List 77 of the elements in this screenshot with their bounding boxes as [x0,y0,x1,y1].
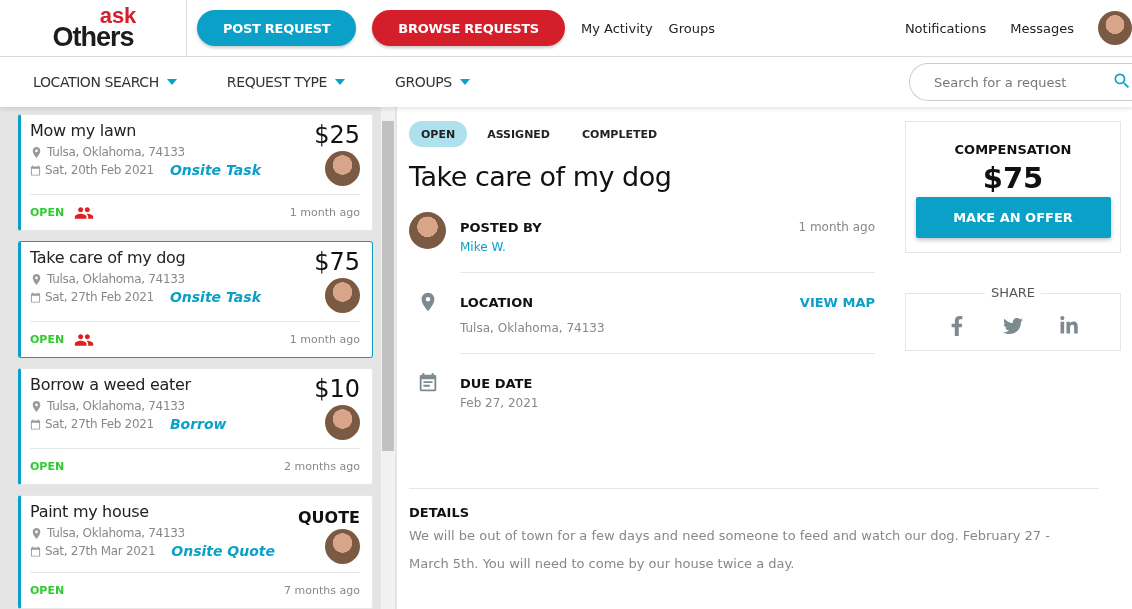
request-card[interactable]: Paint my house Tulsa, Oklahoma, 74133 Sat, 27th Mar 2021 Onsite Quote QUOTE OPEN 7 months ago [18,495,373,609]
request-date: Sat, 20th Feb 2021 [45,163,154,177]
status-label: OPEN [30,333,65,346]
request-location: Tulsa, Oklahoma, 74133 [47,526,185,540]
avatar [325,278,360,313]
logo-text: Others [52,25,134,49]
pin-icon [30,399,43,413]
user-avatar[interactable] [1098,11,1132,45]
logo[interactable]: ask Others [0,0,187,57]
request-location: Tulsa, Oklahoma, 74133 [47,399,185,413]
linkedin-icon[interactable] [1059,316,1079,336]
request-date: Sat, 27th Feb 2021 [45,417,154,431]
twitter-icon[interactable] [1003,316,1023,336]
avatar [325,151,360,186]
nav-link[interactable]: Groups [668,20,715,36]
request-age: 7 months ago [284,584,360,597]
avatar [325,529,360,564]
compensation-label: COMPENSATION [954,142,1072,157]
request-date: Sat, 27th Feb 2021 [45,290,154,304]
request-price: $10 [314,375,360,403]
status-label: OPEN [30,584,65,597]
request-price: $25 [314,121,360,149]
request-type: Borrow [169,416,227,432]
request-age: 2 months ago [284,460,360,473]
search-icon[interactable] [1112,71,1132,91]
request-type: Onsite Quote [171,543,276,559]
request-age: 1 month ago [289,333,360,346]
request-card[interactable]: Take care of my dog Tulsa, Oklahoma, 74133 Sat, 27th Feb 2021 Onsite Task $75 OPEN 1 month ago [18,241,373,358]
request-price: QUOTE [297,508,360,527]
request-heading: Take care of my dog [409,161,673,192]
posted-by-label: POSTED BY [460,220,542,235]
status-tab[interactable]: OPEN [409,121,468,147]
pin-icon [30,272,43,286]
avatar [325,405,360,440]
request-age: 1 month ago [289,206,360,219]
filter-dropdown[interactable]: GROUPS [395,74,470,90]
request-date: Sat, 27th Mar 2021 [45,544,156,558]
compensation-amount: $75 [982,161,1044,195]
logo-text: ask [99,7,137,25]
status-label: OPEN [30,206,65,219]
request-card[interactable]: Borrow a weed eater Tulsa, Oklahoma, 74133 Sat, 27th Feb 2021 Borrow $10 OPEN 2 months ago [18,368,373,485]
calendar-icon [30,164,41,176]
location-value: Tulsa, Oklahoma, 74133 [460,321,606,335]
nav-link[interactable]: Notifications [904,20,987,36]
request-type: Onsite Task [169,289,261,305]
request-card[interactable]: Mow my lawn Tulsa, Oklahoma, 74133 Sat, 20th Feb 2021 Onsite Task $25 OPEN 1 month ago [18,114,373,231]
due-date-value: Feb 27, 2021 [460,396,540,410]
filter-dropdown[interactable]: LOCATION SEARCH [33,74,177,90]
posted-age: 1 month ago [798,220,875,235]
status-tab[interactable]: COMPLETED [570,121,670,147]
poster-avatar [409,212,446,249]
request-title: Paint my house [30,502,150,521]
request-price: $75 [314,248,360,276]
status-tab[interactable]: ASSIGNED [475,121,562,147]
request-location: Tulsa, Oklahoma, 74133 [47,272,185,286]
calendar-icon [30,291,41,303]
request-title: Mow my lawn [30,121,138,140]
pin-icon [30,526,43,540]
details-label: DETAILS [409,505,471,520]
due-date-label: DUE DATE [460,376,534,391]
scrollbar-thumb[interactable] [382,121,394,451]
status-label: OPEN [30,460,65,473]
request-title: Take care of my dog [30,248,187,267]
request-title: Borrow a weed eater [30,375,192,394]
share-label: SHARE [984,285,1042,300]
filter-dropdown[interactable]: REQUEST TYPE [226,74,346,90]
calendar-icon [30,418,41,430]
nav-link[interactable]: Messages [1010,20,1074,36]
nav-link[interactable]: My Activity [580,20,653,36]
request-type: Onsite Task [169,162,261,178]
location-label: LOCATION [460,295,534,310]
search-field[interactable]: Search for a request [909,63,1132,101]
details-text: We will be out of town for a few days and need someone to feed and watch our dog. February 27 - March 5th. You will need to come by our house twice a day. [409,527,1051,573]
request-location: Tulsa, Oklahoma, 74133 [47,145,185,159]
browse-button[interactable]: BROWSE REQUESTS [372,10,565,46]
pin-icon [30,145,43,159]
calendar-icon [30,545,41,557]
